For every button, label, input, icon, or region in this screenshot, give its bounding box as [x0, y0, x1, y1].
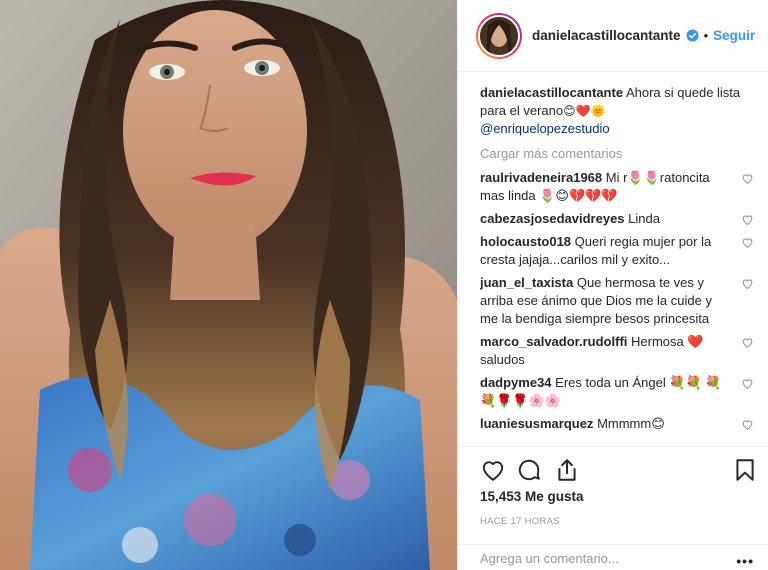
caption-emoji: 😊❤️🌞 [563, 104, 606, 118]
post-actions-section: 15,453 Me gusta HACE 17 HORAS ••• [458, 446, 768, 570]
comment-username[interactable]: juan_el_taxista [480, 275, 573, 290]
avatar-ring[interactable] [476, 12, 522, 59]
caption-username[interactable]: danielacastillocantante [480, 85, 623, 100]
add-comment-bar: ••• [458, 544, 768, 570]
post-side-panel: danielacastillocantante • Seguir daniela… [457, 0, 768, 570]
post-header: danielacastillocantante • Seguir [458, 0, 768, 72]
comment-username[interactable]: dadpyme34 [480, 375, 552, 390]
comment-text: Linda [628, 211, 660, 226]
header-separator: • [703, 28, 709, 43]
comment-heart-icon[interactable] [741, 377, 754, 390]
post-timestamp[interactable]: HACE 17 HORAS [480, 516, 560, 527]
comment-icon[interactable] [516, 457, 542, 483]
comment-heart-icon[interactable] [741, 418, 754, 431]
comment-heart-icon[interactable] [741, 213, 754, 226]
more-options-button[interactable]: ••• [736, 553, 754, 569]
comment-row: raulrivadeneira1968 Mi r🌷🌷ratoncita mas … [480, 169, 758, 205]
action-icons [476, 457, 758, 485]
comment-heart-icon[interactable] [741, 172, 754, 185]
instagram-post: danielacastillocantante • Seguir daniela… [0, 0, 768, 570]
portrait-image [0, 0, 457, 570]
verified-icon [686, 29, 699, 42]
comment-row: holocausto018 Queri regia mujer por la c… [480, 233, 758, 269]
comment-heart-icon[interactable] [741, 336, 754, 349]
comment-heart-icon[interactable] [741, 277, 754, 290]
comment-username[interactable]: marco_salvador.rudolffi [480, 334, 627, 349]
comment-row: cabezasjosedavidreyes Linda [480, 210, 758, 228]
header-username[interactable]: danielacastillocantante [532, 28, 681, 43]
post-caption: danielacastillocantante Ahora si quede l… [480, 84, 758, 138]
comment-text: Mmmmm😊 [597, 416, 665, 431]
comment-username[interactable]: raulrivadeneira1968 [480, 170, 602, 185]
post-photo[interactable] [0, 0, 457, 570]
comments-list[interactable]: danielacastillocantante Ahora si quede l… [480, 84, 758, 444]
comment-username[interactable]: holocausto018 [480, 234, 571, 249]
comment-username[interactable]: luaniesusmarquez [480, 416, 593, 431]
avatar-image [480, 16, 518, 55]
share-icon[interactable] [554, 457, 580, 483]
likes-count[interactable]: 15,453 Me gusta [480, 489, 584, 504]
avatar[interactable] [478, 14, 520, 57]
caption-mention[interactable]: @enriquelopezestudio [480, 121, 610, 136]
comment-heart-icon[interactable] [741, 236, 754, 249]
load-more-comments[interactable]: Cargar más comentarios [480, 146, 758, 161]
comment-row: marco_salvador.rudolffi Hermosa ❤️ salud… [480, 333, 758, 369]
bookmark-icon[interactable] [732, 457, 758, 483]
comment-row: dadpyme34 Eres toda un Ángel 💐💐 💐💐🌹🌹🌸🌸 [480, 374, 758, 410]
add-comment-input[interactable] [480, 551, 720, 566]
follow-button[interactable]: Seguir [713, 28, 755, 43]
comment-row: luaniesusmarquez Mmmmm😊 [480, 415, 758, 433]
comment-username[interactable]: cabezasjosedavidreyes [480, 211, 625, 226]
comment-row: juan_el_taxista Que hermosa te ves y arr… [480, 274, 758, 328]
heart-icon[interactable] [480, 457, 506, 483]
